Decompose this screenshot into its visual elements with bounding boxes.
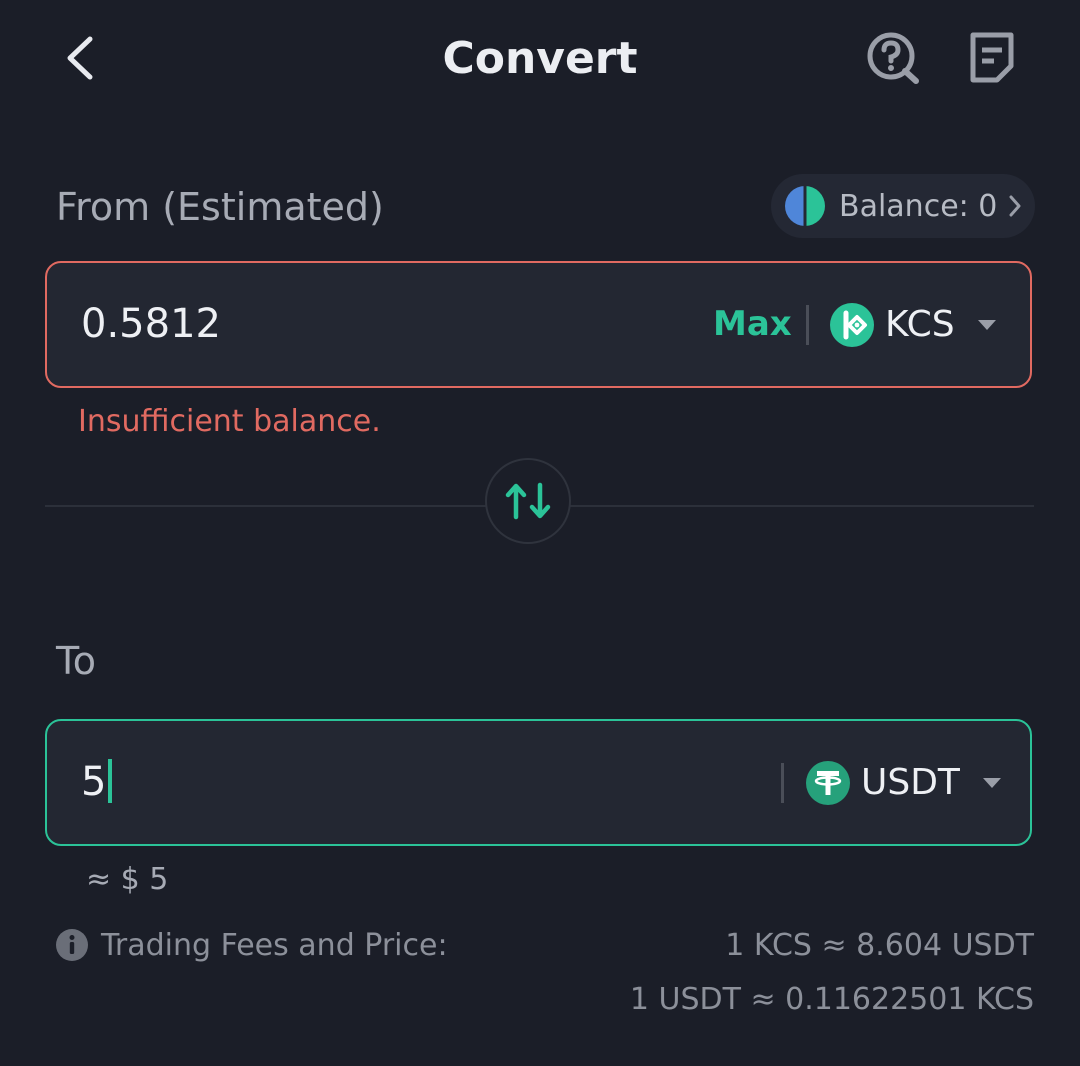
rate-usdt-kcs: 1 USDT ≈ 0.11622501 KCS <box>629 982 1034 1017</box>
from-token-name: KCS <box>885 304 955 345</box>
back-button[interactable] <box>52 28 108 88</box>
usdt-logo-icon <box>806 760 850 805</box>
max-button[interactable]: Max <box>713 263 792 386</box>
to-amount-input[interactable]: 5 <box>81 721 113 844</box>
to-amount-box: 5 USDT <box>45 719 1032 846</box>
order-history-button[interactable] <box>962 30 1022 86</box>
to-token-name: USDT <box>861 762 960 803</box>
fees-label: Trading Fees and Price: <box>101 927 448 963</box>
caret-down-icon <box>982 777 1001 788</box>
info-icon <box>56 929 88 961</box>
error-message: Insufficient balance. <box>78 404 381 439</box>
trading-fees-info[interactable]: Trading Fees and Price: <box>55 922 448 968</box>
from-amount-box: 0.5812 Max KCS <box>45 261 1032 388</box>
text-cursor <box>108 759 113 803</box>
order-history-icon <box>970 32 1014 83</box>
to-amount-value: 5 <box>81 759 107 805</box>
help-search-icon <box>867 32 919 84</box>
from-token-select[interactable]: KCS <box>829 263 997 386</box>
from-label: From (Estimated) <box>56 185 384 229</box>
usd-estimate: ≈ $ 5 <box>86 862 169 897</box>
balance-text: Balance: 0 <box>839 188 998 224</box>
to-token-select[interactable]: USDT <box>805 721 1002 844</box>
help-button[interactable] <box>862 30 924 86</box>
to-label: To <box>56 639 97 683</box>
kcs-logo-icon <box>830 302 874 347</box>
divider <box>806 305 809 345</box>
swap-arrows-icon <box>505 482 551 520</box>
swap-direction-button[interactable] <box>485 458 571 544</box>
chevron-right-icon <box>1009 195 1021 217</box>
divider <box>781 763 784 803</box>
coin-balance-icon <box>785 186 825 226</box>
caret-down-icon <box>977 319 996 330</box>
from-amount-input[interactable]: 0.5812 <box>81 263 221 386</box>
balance-button[interactable]: Balance: 0 <box>771 174 1035 238</box>
rate-kcs-usdt: 1 KCS ≈ 8.604 USDT <box>725 928 1034 963</box>
chevron-left-icon <box>67 36 93 80</box>
